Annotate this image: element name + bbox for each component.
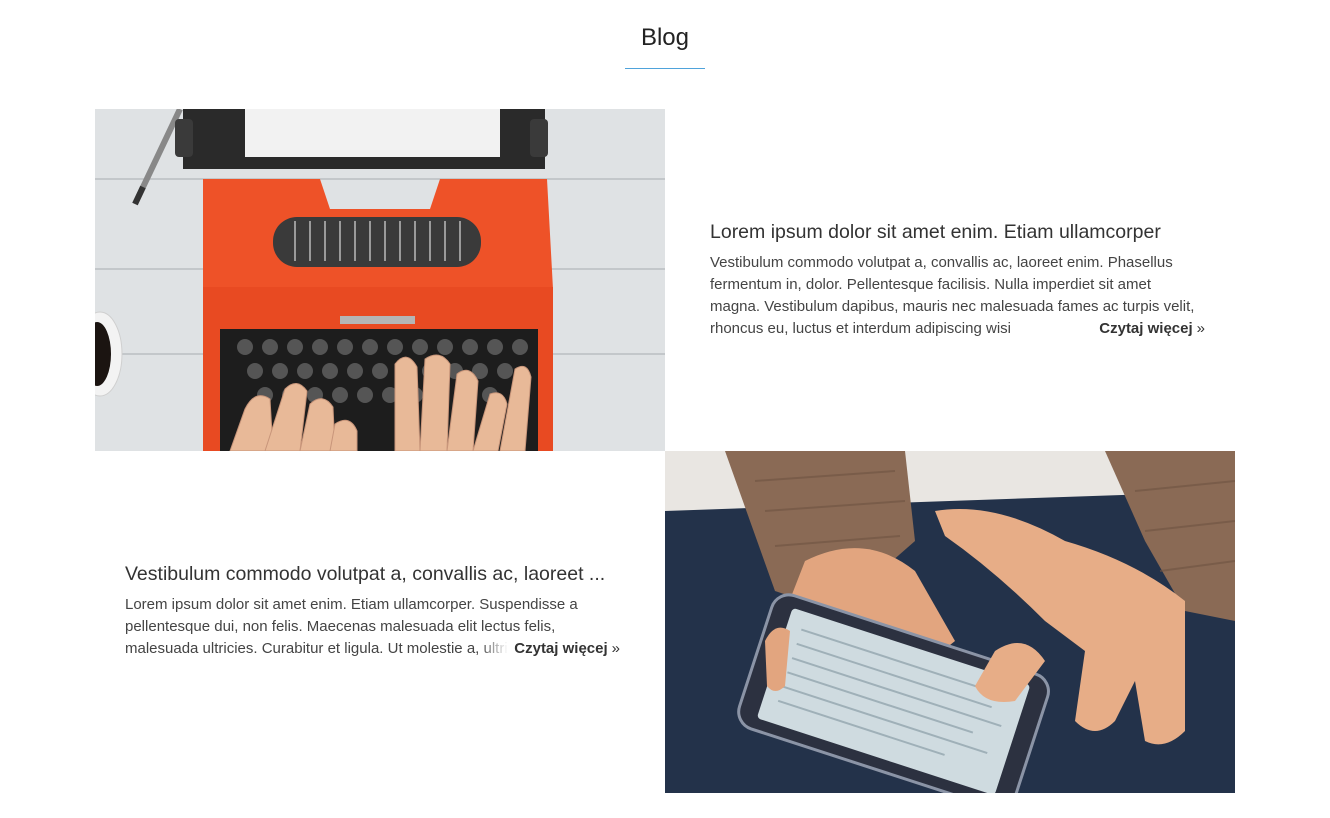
post-1-read-more-link[interactable]: Czytaj więcej» (1065, 318, 1205, 340)
post-1-excerpt: Vestibulum commodo volutpat a, convallis… (710, 252, 1205, 340)
post-2-content: Vestibulum commodo volutpat a, convallis… (125, 563, 620, 660)
double-chevron-right-icon: » (1196, 320, 1205, 337)
post-2-read-more-link[interactable]: Czytaj więcej» (480, 638, 620, 660)
typewriter-photo (95, 109, 665, 451)
post-1-read-more-label: Czytaj więcej (1099, 320, 1193, 337)
double-chevron-right-icon: » (611, 640, 620, 657)
post-1-content: Lorem ipsum dolor sit amet enim. Etiam u… (710, 221, 1205, 340)
smartphone-photo (665, 451, 1235, 793)
post-2-excerpt: Lorem ipsum dolor sit amet enim. Etiam u… (125, 594, 620, 660)
title-underline (625, 68, 705, 69)
post-1-title[interactable]: Lorem ipsum dolor sit amet enim. Etiam u… (710, 221, 1205, 244)
post-2-read-more-label: Czytaj więcej (514, 640, 608, 657)
section-title: Blog (640, 24, 690, 51)
post-2-image[interactable] (665, 451, 1235, 793)
post-2-title[interactable]: Vestibulum commodo volutpat a, convallis… (125, 563, 620, 586)
post-1-image[interactable] (95, 109, 665, 451)
